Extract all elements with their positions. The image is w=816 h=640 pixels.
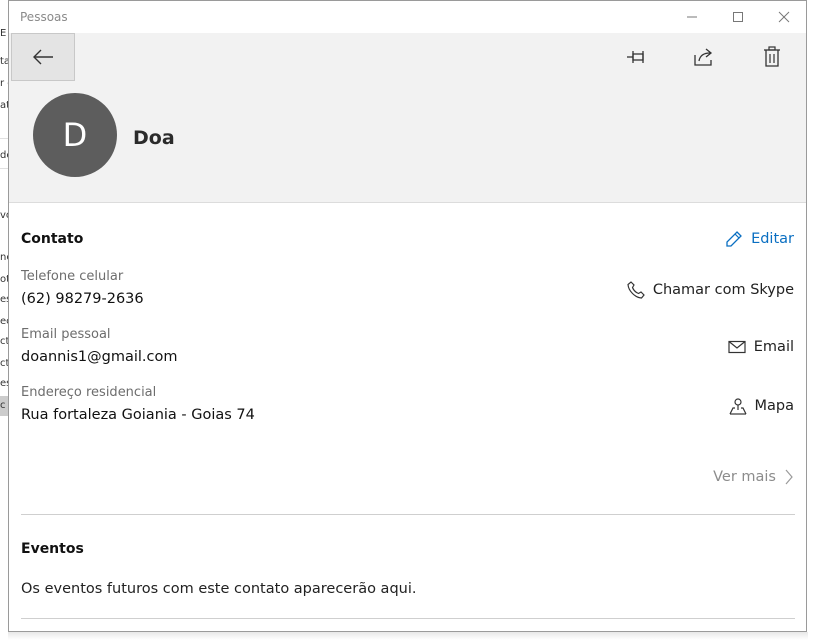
background-text: de bbox=[0, 150, 8, 161]
phone-value[interactable]: (62) 98279-2636 bbox=[21, 291, 144, 307]
section-divider bbox=[21, 618, 795, 619]
pin-button[interactable] bbox=[619, 41, 655, 73]
background-text: at bbox=[0, 100, 8, 111]
map-action-label: Mapa bbox=[754, 398, 795, 414]
contact-section-title: Contato bbox=[21, 231, 84, 247]
events-section-title: Eventos bbox=[21, 541, 84, 557]
close-icon bbox=[778, 11, 790, 23]
email-value[interactable]: doannis1@gmail.com bbox=[21, 349, 178, 365]
phone-label: Telefone celular bbox=[21, 269, 124, 284]
background-text: vo bbox=[0, 210, 8, 221]
background-text: ec bbox=[0, 316, 8, 327]
minimize-button[interactable] bbox=[669, 1, 715, 33]
share-button[interactable] bbox=[686, 41, 722, 73]
see-more-label: Ver mais bbox=[713, 469, 776, 485]
email-label: Email pessoal bbox=[21, 327, 111, 342]
title-bar: Pessoas bbox=[9, 1, 806, 33]
close-button[interactable] bbox=[761, 1, 806, 33]
background-text: r c bbox=[0, 78, 8, 89]
background-divider bbox=[0, 168, 8, 169]
background-text: ct bbox=[0, 358, 8, 369]
contact-header: D Doa bbox=[9, 33, 806, 203]
window-title: Pessoas bbox=[20, 10, 68, 24]
map-button[interactable]: Mapa bbox=[728, 397, 795, 415]
background-text: es bbox=[0, 378, 8, 389]
mail-icon bbox=[728, 340, 746, 354]
edit-label: Editar bbox=[751, 231, 794, 247]
background-text: es bbox=[0, 294, 8, 305]
map-pin-icon bbox=[728, 398, 747, 415]
address-label: Endereço residencial bbox=[21, 385, 157, 400]
maximize-icon bbox=[733, 12, 743, 22]
pencil-icon bbox=[726, 231, 742, 247]
contact-name: Doa bbox=[133, 127, 175, 149]
skype-call-button[interactable]: Chamar com Skype bbox=[627, 281, 794, 299]
email-button[interactable]: Email bbox=[728, 339, 794, 355]
window-shadow bbox=[8, 632, 808, 640]
events-empty-message: Os eventos futuros com este contato apar… bbox=[21, 581, 417, 597]
background-divider bbox=[0, 138, 8, 139]
share-icon bbox=[694, 48, 713, 66]
see-more-button[interactable]: Ver mais bbox=[713, 469, 794, 485]
avatar: D bbox=[33, 93, 117, 177]
arrow-left-icon bbox=[33, 49, 53, 65]
address-value[interactable]: Rua fortaleza Goiania - Goias 74 bbox=[21, 407, 255, 423]
background-text: ct bbox=[0, 336, 8, 347]
background-window-edge: E ta r c at de vo ne ot es ec ct ct es c bbox=[0, 0, 8, 640]
background-text: ne bbox=[0, 252, 8, 263]
pin-icon bbox=[627, 51, 644, 63]
skype-call-label: Chamar com Skype bbox=[652, 282, 794, 298]
chevron-right-icon bbox=[785, 469, 793, 485]
maximize-button[interactable] bbox=[715, 1, 761, 33]
background-text: c bbox=[0, 400, 6, 411]
edit-button[interactable]: Editar bbox=[725, 230, 794, 248]
back-button[interactable] bbox=[11, 33, 75, 81]
delete-button[interactable] bbox=[754, 41, 790, 73]
background-text: E bbox=[0, 28, 7, 39]
section-divider bbox=[21, 514, 795, 515]
email-action-label: Email bbox=[753, 339, 794, 355]
minimize-icon bbox=[687, 16, 697, 18]
phone-icon bbox=[627, 281, 645, 299]
trash-icon bbox=[764, 46, 780, 67]
background-text: ta bbox=[0, 56, 8, 67]
background-text: ot bbox=[0, 274, 8, 285]
people-app-window: Pessoas D Doa Contato Editar Telefone ce… bbox=[8, 0, 807, 632]
